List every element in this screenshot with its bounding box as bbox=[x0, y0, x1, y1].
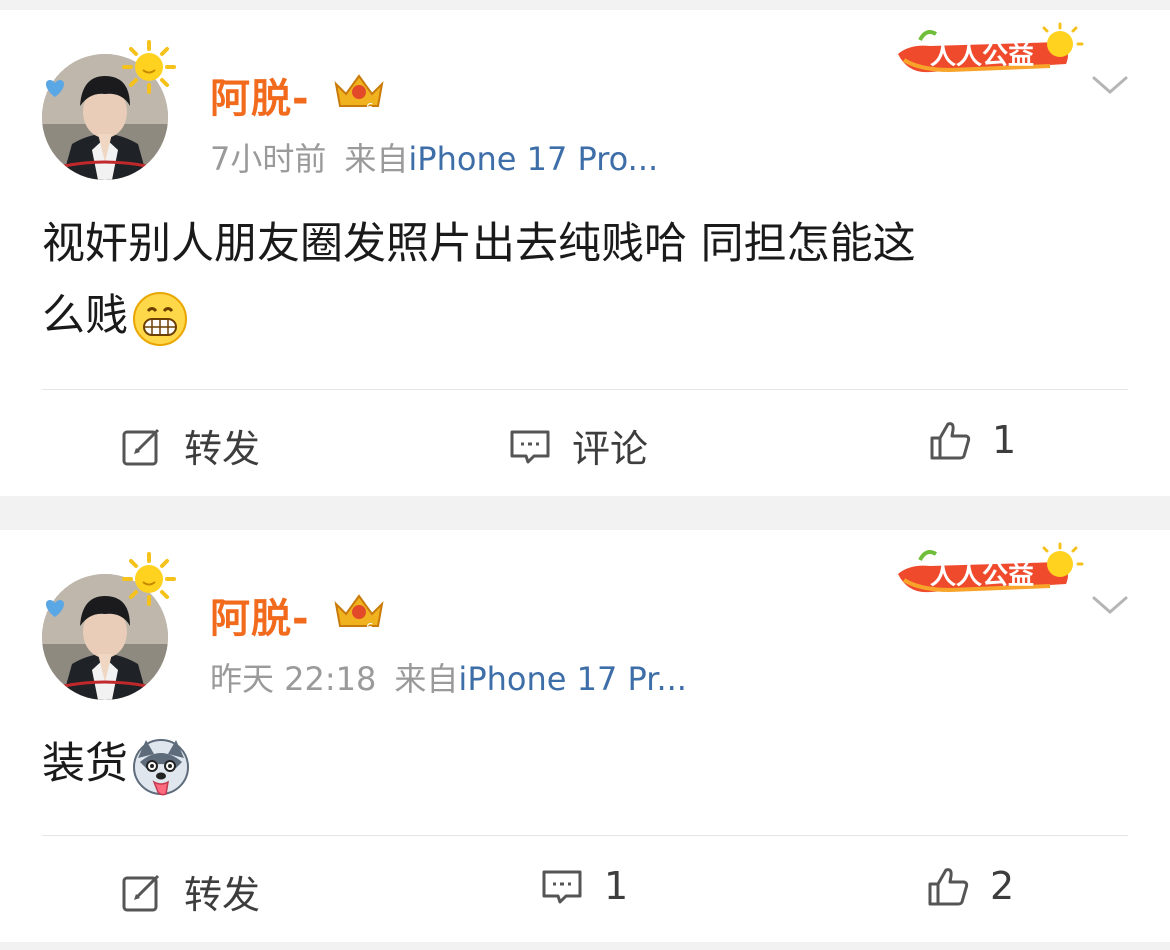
husky-face-icon bbox=[133, 738, 189, 795]
post-time: 昨天 22:18 bbox=[210, 660, 377, 698]
comment-button[interactable]: 1 bbox=[540, 864, 628, 908]
like-button[interactable]: 1 bbox=[928, 418, 1016, 462]
post-meta: 昨天 22:18 来自iPhone 17 Pr... bbox=[210, 654, 687, 700]
comment-icon bbox=[510, 430, 550, 463]
heart-icon bbox=[45, 600, 65, 617]
post-card: 阿脱- 6 昨天 22:18 来自iPhone 17 Pr... 人人公益 装货 bbox=[0, 530, 1170, 942]
vip-crown-icon: 6 bbox=[334, 74, 384, 114]
post-time: 7小时前 bbox=[210, 140, 327, 178]
username[interactable]: 阿脱- bbox=[210, 586, 310, 644]
username[interactable]: 阿脱- bbox=[210, 66, 310, 124]
post-text: 视奸别人朋友圈发照片出去纯贱哈 同担怎能这 么贱 bbox=[42, 208, 1132, 352]
avatar[interactable] bbox=[40, 552, 176, 704]
post-text-line: 装货 bbox=[42, 739, 128, 789]
post-text: 装货 bbox=[42, 728, 1132, 800]
device-link[interactable]: iPhone 17 Pr... bbox=[458, 660, 687, 698]
source-label: 来自 bbox=[394, 660, 459, 698]
heart-icon bbox=[45, 80, 65, 97]
comment-count: 1 bbox=[604, 864, 629, 908]
comment-icon bbox=[542, 870, 582, 904]
post-card: 阿脱- 6 7小时前 来自iPhone 17 Pro... 人人公益 视奸别人朋友… bbox=[0, 10, 1170, 496]
post-text-line: 么贱 bbox=[42, 291, 128, 341]
post-meta: 7小时前 来自iPhone 17 Pro... bbox=[210, 134, 658, 180]
repost-icon bbox=[122, 874, 160, 911]
badge-label: 人人公益 bbox=[930, 41, 1034, 71]
charity-badge[interactable]: 人人公益 bbox=[890, 540, 1086, 608]
like-count: 2 bbox=[990, 864, 1015, 908]
post-text-line: 视奸别人朋友圈发照片出去纯贱哈 同担怎能这 bbox=[42, 219, 916, 269]
sun-icon bbox=[122, 40, 176, 94]
charity-badge[interactable]: 人人公益 bbox=[890, 20, 1086, 88]
vip-crown-icon: 6 bbox=[334, 594, 384, 634]
avatar[interactable] bbox=[40, 40, 176, 184]
repost-icon bbox=[122, 428, 160, 465]
svg-text:6: 6 bbox=[366, 621, 374, 634]
repost-button[interactable]: 转发 bbox=[120, 418, 260, 473]
divider bbox=[42, 389, 1128, 390]
repost-button[interactable]: 转发 bbox=[120, 864, 260, 919]
badge-label: 人人公益 bbox=[930, 561, 1034, 591]
thumbs-up-icon bbox=[930, 422, 971, 460]
like-button[interactable]: 2 bbox=[926, 864, 1014, 908]
sun-icon bbox=[122, 552, 176, 606]
weibo-feed: 阿脱- 6 7小时前 来自iPhone 17 Pro... 人人公益 视奸别人朋友… bbox=[0, 0, 1170, 950]
chevron-down-icon[interactable] bbox=[1090, 590, 1130, 620]
divider bbox=[42, 835, 1128, 836]
repost-label: 转发 bbox=[184, 873, 261, 917]
svg-text:6: 6 bbox=[366, 101, 374, 114]
device-link[interactable]: iPhone 17 Pro... bbox=[408, 140, 658, 178]
source-label: 来自 bbox=[344, 140, 409, 178]
comment-button[interactable]: 评论 bbox=[508, 418, 648, 473]
comment-label: 评论 bbox=[572, 427, 649, 471]
like-count: 1 bbox=[992, 418, 1017, 462]
chevron-down-icon[interactable] bbox=[1090, 70, 1130, 100]
grinning-face-icon bbox=[133, 291, 187, 346]
repost-label: 转发 bbox=[184, 427, 261, 471]
thumbs-up-icon bbox=[928, 868, 969, 906]
